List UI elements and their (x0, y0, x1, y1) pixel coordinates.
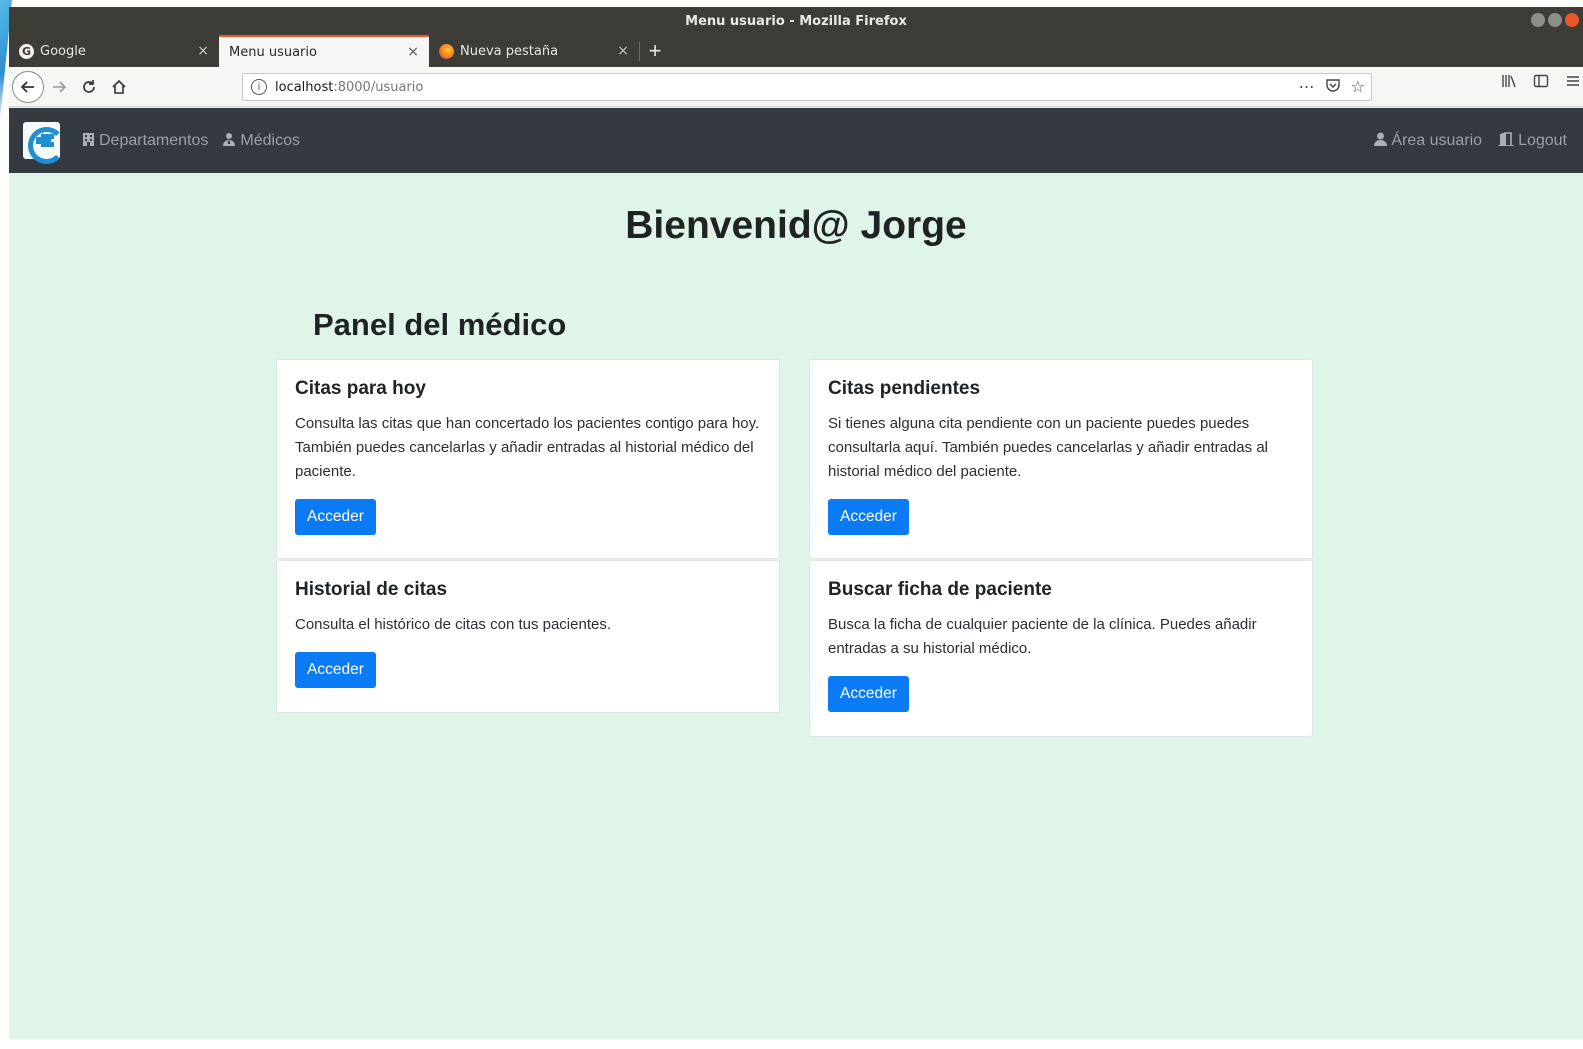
tab-menu-usuario[interactable]: Menu usuario × (219, 35, 429, 67)
card-title: Citas pendientes (828, 378, 981, 399)
window-controls (1531, 13, 1579, 27)
forward-button[interactable] (44, 72, 74, 102)
sidebar-icon[interactable] (1533, 73, 1549, 94)
tab-nueva-pestana[interactable]: Nueva pestaña × (429, 35, 639, 67)
bookmark-star-icon[interactable]: ☆ (1351, 77, 1365, 97)
close-window-button[interactable] (1565, 13, 1579, 27)
new-tab-button[interactable]: + (640, 35, 670, 67)
user-icon (1374, 132, 1388, 149)
pocket-icon[interactable] (1325, 77, 1341, 97)
welcome-heading: Bienvenid@ Jorge (625, 204, 967, 247)
doctor-icon (222, 132, 236, 149)
home-button[interactable] (104, 72, 134, 102)
card-title: Historial de citas (295, 579, 448, 600)
card-title: Buscar ficha de paciente (828, 579, 1052, 600)
card-citas-para-hoy: Citas para hoy Consulta las citas que ha… (276, 359, 780, 559)
tab-label: Nueva pestaña (460, 43, 559, 59)
card-citas-pendientes: Citas pendientes Si tienes alguna cita p… (809, 359, 1313, 559)
reload-button[interactable] (74, 72, 104, 102)
window-titlebar: Menu usuario - Mozilla Firefox (9, 7, 1583, 35)
card-historial-de-citas: Historial de citas Consulta el histórico… (276, 560, 780, 713)
card-text: Consulta las citas que han concertado lo… (295, 415, 760, 480)
toolbar-right (1501, 73, 1581, 94)
nav-medicos[interactable]: Médicos (222, 132, 300, 150)
browser-navbar: i localhost :8000/usuario ⋯ ☆ (9, 67, 1583, 107)
page-actions-icon[interactable]: ⋯ (1299, 77, 1315, 97)
building-icon (82, 132, 95, 149)
acceder-citas-hoy-button[interactable]: Acceder (295, 499, 376, 535)
url-actions: ⋯ ☆ (1299, 77, 1365, 97)
url-bar[interactable]: i localhost :8000/usuario ⋯ ☆ (242, 73, 1372, 101)
nav-departamentos[interactable]: Departamentos (82, 132, 208, 150)
desktop-edge-decoration (0, 0, 9, 1049)
firefox-favicon-icon (439, 43, 454, 59)
card-text: Consulta el histórico de citas con tus p… (295, 616, 612, 633)
site-nav-right: Área usuario Logout (1374, 132, 1567, 150)
url-host: localhost (275, 79, 334, 95)
card-buscar-ficha-paciente: Buscar ficha de paciente Busca la ficha … (809, 560, 1313, 737)
close-tab-icon[interactable]: × (197, 43, 209, 59)
nav-departamentos-label: Departamentos (99, 131, 209, 149)
home-icon (112, 79, 126, 94)
main-content: Bienvenid@ Jorge Panel del médico Citas … (9, 173, 1583, 1039)
acceder-historial-button[interactable]: Acceder (295, 652, 376, 688)
door-exit-icon (1498, 132, 1515, 149)
browser-window: Menu usuario - Mozilla Firefox G Google … (9, 7, 1583, 1039)
clinic-logo-icon[interactable] (23, 122, 65, 164)
card-text: Busca la ficha de cualquier paciente de … (828, 616, 1257, 657)
panel-title: Panel del médico (313, 307, 567, 342)
tab-label: Menu usuario (229, 44, 317, 60)
close-tab-icon[interactable]: × (617, 43, 629, 59)
close-tab-icon[interactable]: × (407, 44, 419, 60)
site-header: Departamentos Médicos Área usuario Logou… (9, 108, 1583, 173)
site-nav: Departamentos Médicos (82, 132, 300, 150)
maximize-button[interactable] (1548, 13, 1562, 27)
card-text: Si tienes alguna cita pendiente con un p… (828, 415, 1268, 480)
arrow-right-icon (53, 80, 67, 93)
nav-area-usuario-label: Área usuario (1391, 131, 1483, 149)
tab-strip: G Google × Menu usuario × Nueva pestaña … (9, 35, 1583, 67)
nav-area-usuario[interactable]: Área usuario (1374, 132, 1482, 150)
acceder-buscar-ficha-button[interactable]: Acceder (828, 676, 909, 712)
nav-logout[interactable]: Logout (1498, 132, 1567, 150)
window-title: Menu usuario - Mozilla Firefox (685, 13, 907, 29)
acceder-citas-pendientes-button[interactable]: Acceder (828, 499, 909, 535)
minimize-button[interactable] (1531, 13, 1545, 27)
url-path: :8000/usuario (333, 79, 424, 95)
site-info-icon[interactable]: i (251, 79, 267, 95)
arrow-left-icon (20, 80, 34, 93)
nav-medicos-label: Médicos (240, 131, 300, 149)
nav-logout-label: Logout (1518, 131, 1567, 149)
reload-icon (83, 79, 95, 93)
back-button[interactable] (12, 70, 44, 103)
google-favicon-icon: G (19, 43, 34, 59)
tab-label: Google (40, 43, 86, 59)
tab-google[interactable]: G Google × (9, 35, 219, 67)
library-icon[interactable] (1501, 73, 1517, 94)
card-title: Citas para hoy (295, 378, 426, 399)
menu-hamburger-icon[interactable] (1565, 73, 1581, 94)
